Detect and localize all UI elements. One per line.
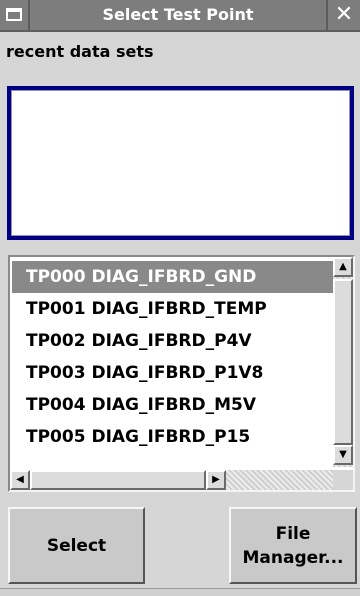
scroll-up-button[interactable]: ▲ (333, 257, 353, 277)
test-point-list[interactable]: TP000 DIAG_IFBRD_GND TP001 DIAG_IFBRD_TE… (8, 255, 355, 492)
select-button[interactable]: Select (8, 507, 145, 584)
window-title: Select Test Point (102, 5, 254, 24)
arrow-up-icon: ▲ (339, 261, 347, 272)
arrow-left-icon: ◀ (16, 474, 24, 485)
window-menu-icon (6, 8, 22, 21)
scrollbar-corner (333, 470, 353, 490)
file-manager-label-line2: Manager... (242, 547, 344, 568)
scroll-right-button[interactable]: ▶ (206, 470, 226, 490)
file-manager-button[interactable]: File Manager... (229, 507, 357, 584)
list-item[interactable]: TP004 DIAG_IFBRD_M5V (12, 389, 334, 421)
select-button-label: Select (46, 535, 107, 556)
recent-data-sets-label: recent data sets (6, 42, 154, 61)
vertical-scroll-thumb[interactable] (333, 279, 353, 445)
arrow-down-icon: ▼ (339, 449, 347, 460)
file-manager-label-line1: File (275, 523, 311, 544)
window-menu-button[interactable] (0, 0, 30, 30)
close-icon: ✕ (334, 2, 354, 27)
list-item[interactable]: TP003 DIAG_IFBRD_P1V8 (12, 357, 334, 389)
title-bar: Select Test Point ✕ (0, 0, 360, 32)
list-item[interactable]: TP000 DIAG_IFBRD_GND (12, 261, 334, 293)
recent-data-sets-list[interactable] (7, 86, 354, 240)
list-item[interactable]: TP001 DIAG_IFBRD_TEMP (12, 293, 334, 325)
test-point-items: TP000 DIAG_IFBRD_GND TP001 DIAG_IFBRD_TE… (12, 261, 334, 453)
vertical-scrollbar[interactable]: ▲ ▼ (333, 257, 353, 467)
horizontal-scroll-thumb[interactable] (30, 470, 206, 490)
arrow-right-icon: ▶ (212, 474, 220, 485)
close-button[interactable]: ✕ (326, 0, 360, 30)
list-item[interactable]: TP005 DIAG_IFBRD_P15 (12, 421, 334, 453)
scroll-left-button[interactable]: ◀ (10, 470, 30, 490)
horizontal-scrollbar[interactable]: ◀ ▶ (10, 470, 333, 490)
list-item[interactable]: TP002 DIAG_IFBRD_P4V (12, 325, 334, 357)
scroll-down-button[interactable]: ▼ (333, 445, 353, 465)
